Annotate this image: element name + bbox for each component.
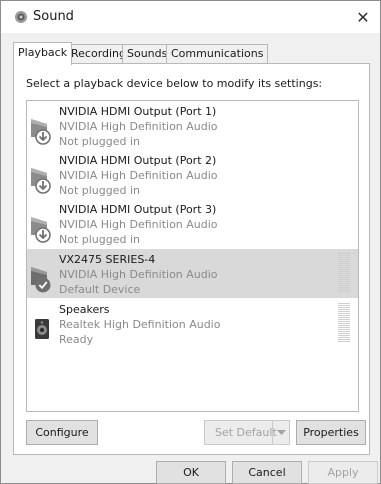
- device-name: NVIDIA HDMI Output (Port 2): [59, 154, 217, 167]
- device-name: NVIDIA HDMI Output (Port 1): [59, 105, 217, 118]
- device-status: Default Device: [59, 283, 141, 296]
- device-row[interactable]: NVIDIA HDMI Output (Port 1) NVIDIA High …: [27, 101, 358, 150]
- chevron-down-icon: [276, 429, 286, 435]
- device-driver: NVIDIA High Definition Audio: [59, 120, 218, 133]
- instruction-text: Select a playback device below to modify…: [26, 77, 323, 90]
- speaker-icon: [35, 319, 49, 339]
- monitor-default-icon: [31, 267, 51, 293]
- sound-dialog: Sound ✕ Playback Recording Sounds Commun…: [0, 0, 381, 484]
- device-row[interactable]: NVIDIA HDMI Output (Port 2) NVIDIA High …: [27, 150, 358, 199]
- device-status: Not plugged in: [59, 135, 141, 148]
- configure-button[interactable]: Configure: [26, 420, 98, 445]
- volume-meter: [338, 253, 350, 294]
- monitor-unplugged-icon: [31, 168, 51, 194]
- device-driver: NVIDIA High Definition Audio: [59, 218, 218, 231]
- monitor-unplugged-icon: [31, 217, 51, 243]
- volume-meter: [338, 303, 350, 344]
- tab-sounds[interactable]: Sounds: [122, 44, 173, 64]
- device-name: Speakers: [59, 303, 110, 316]
- device-list[interactable]: NVIDIA HDMI Output (Port 1) NVIDIA High …: [26, 100, 359, 412]
- close-button[interactable]: ✕: [350, 5, 376, 29]
- tab-communications[interactable]: Communications: [166, 44, 269, 64]
- apply-button[interactable]: Apply: [308, 461, 378, 484]
- device-status: Ready: [59, 333, 94, 346]
- device-row-selected[interactable]: VX2475 SERIES-4 NVIDIA High Definition A…: [27, 249, 358, 298]
- device-name: VX2475 SERIES-4: [59, 253, 156, 266]
- device-status: Not plugged in: [59, 233, 141, 246]
- set-default-dropdown[interactable]: [272, 421, 289, 444]
- playback-panel: Select a playback device below to modify…: [13, 63, 370, 455]
- device-driver: Realtek High Definition Audio: [59, 318, 221, 331]
- cancel-button[interactable]: Cancel: [232, 461, 302, 484]
- device-driver: NVIDIA High Definition Audio: [59, 268, 218, 281]
- device-row[interactable]: NVIDIA HDMI Output (Port 3) NVIDIA High …: [27, 199, 358, 248]
- device-name: NVIDIA HDMI Output (Port 3): [59, 203, 217, 216]
- device-row[interactable]: Speakers Realtek High Definition Audio R…: [27, 299, 358, 348]
- speaker-app-icon: [15, 11, 27, 23]
- set-default-label: Set Default: [215, 426, 277, 439]
- tab-playback[interactable]: Playback: [13, 42, 73, 65]
- set-default-button[interactable]: Set Default: [204, 420, 290, 445]
- ok-button[interactable]: OK: [156, 461, 226, 484]
- monitor-unplugged-icon: [31, 119, 51, 145]
- close-icon: ✕: [356, 7, 370, 27]
- properties-button[interactable]: Properties: [296, 420, 366, 445]
- device-driver: NVIDIA High Definition Audio: [59, 169, 218, 182]
- window-title: Sound: [33, 9, 74, 24]
- device-status: Not plugged in: [59, 184, 141, 197]
- title-bar[interactable]: Sound ✕: [1, 1, 380, 33]
